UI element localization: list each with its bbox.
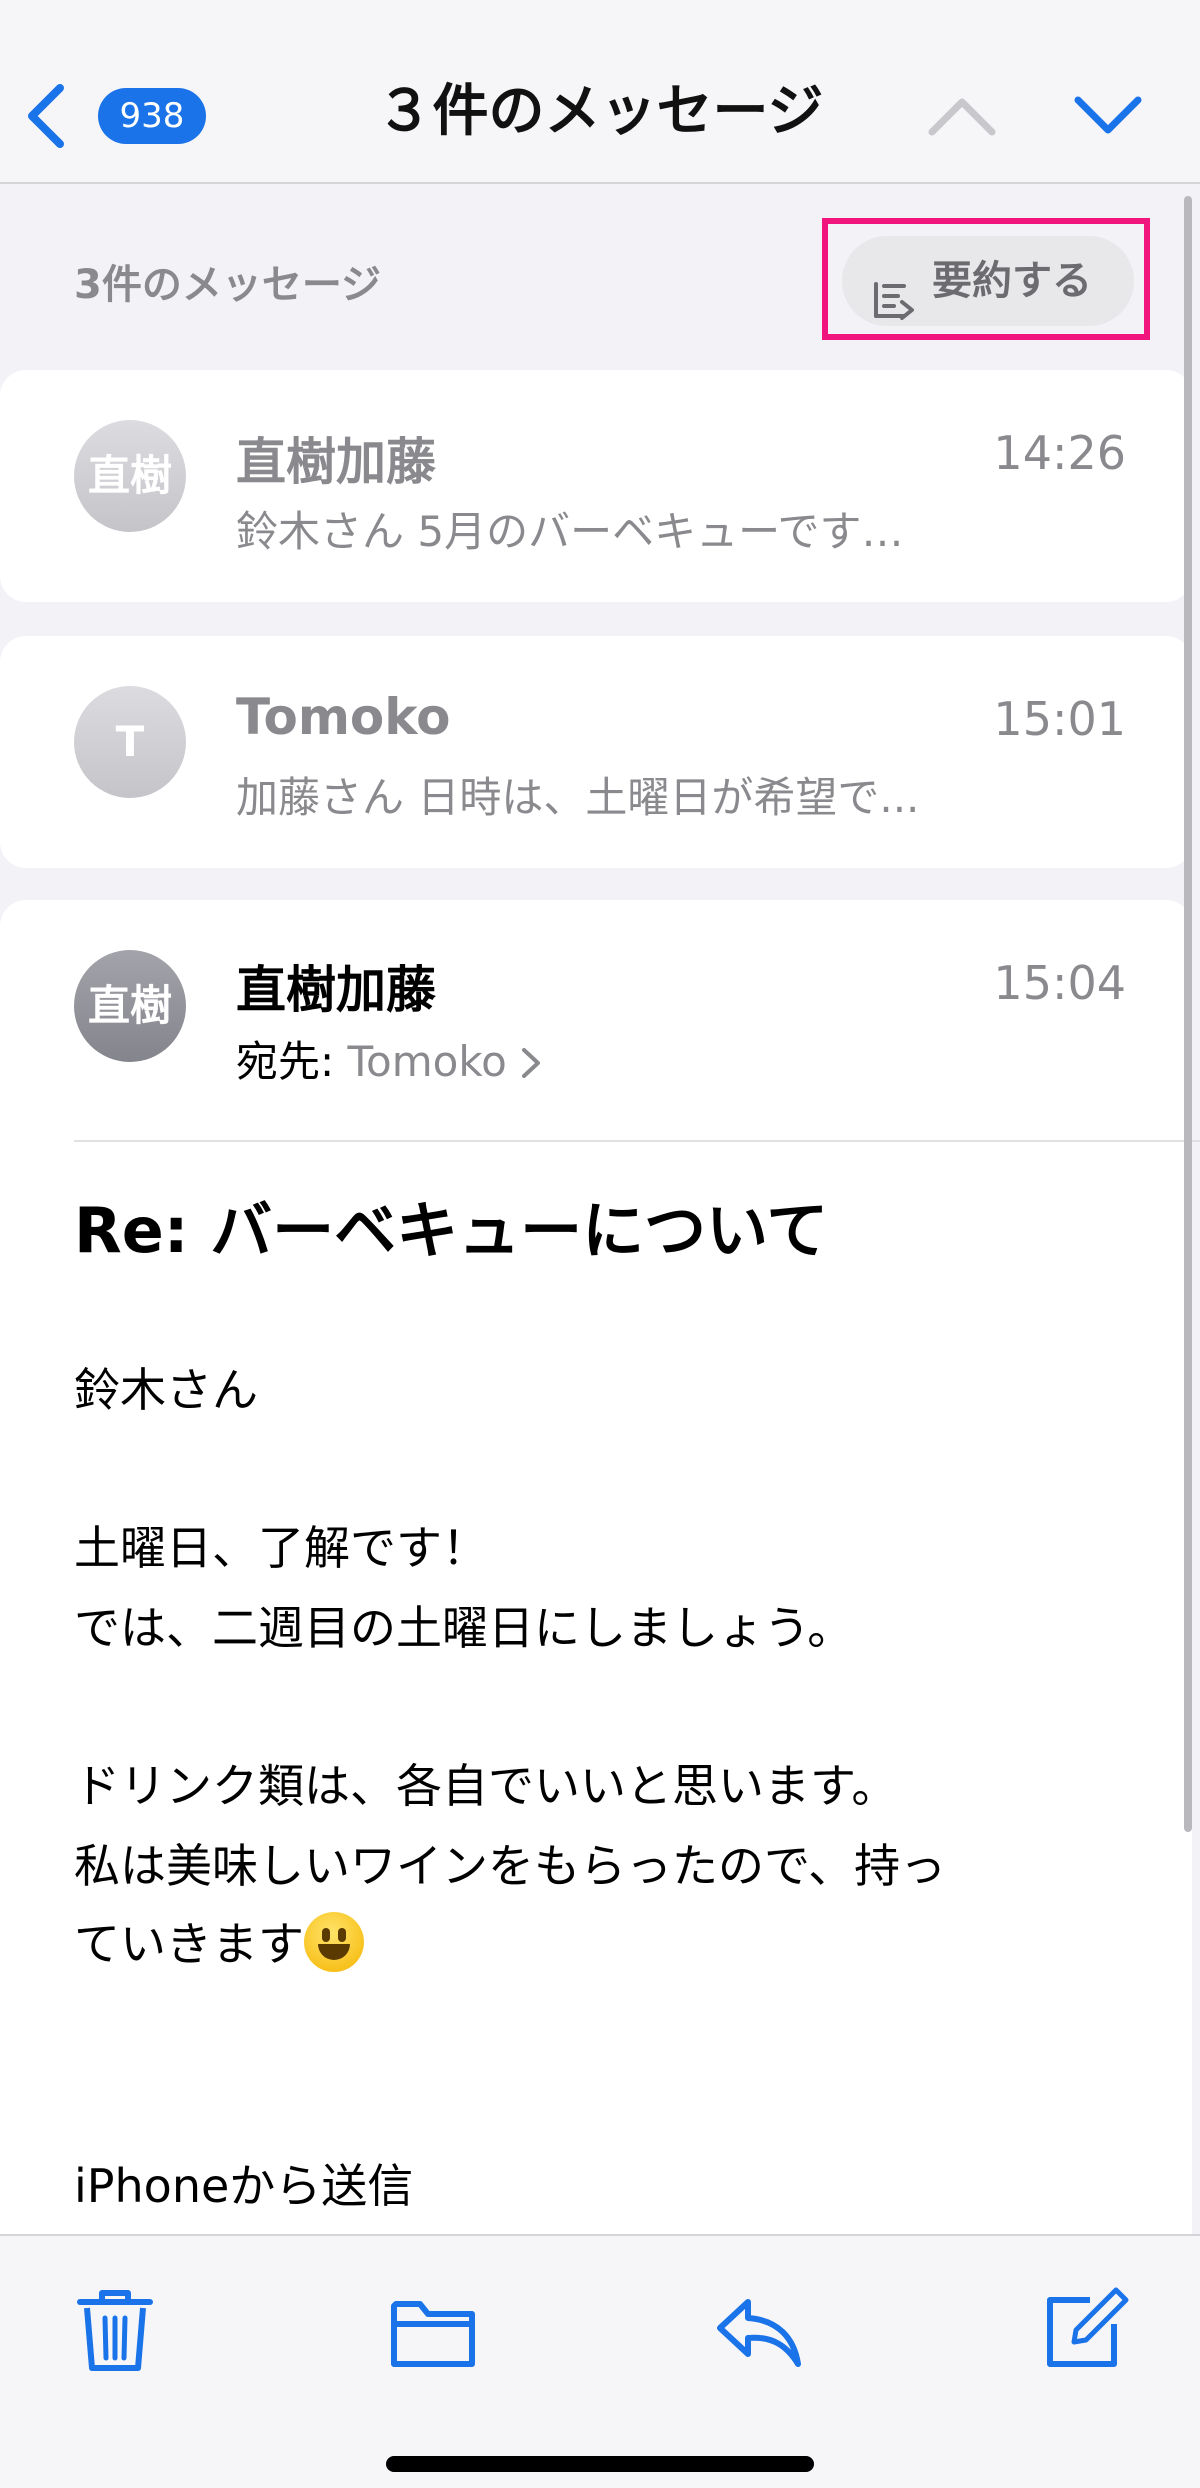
scrollbar[interactable]	[1184, 196, 1192, 1832]
reply-icon[interactable]	[714, 2284, 804, 2374]
avatar: 直樹	[74, 420, 186, 532]
summarize-icon	[872, 262, 916, 320]
navigation-bar: 938 ３件のメッセージ	[0, 0, 1200, 184]
page-title: ３件のメッセージ	[376, 79, 824, 144]
body-line: 鈴木さん	[74, 1363, 258, 1417]
message-card[interactable]: T Tomoko 15:01 加藤さん 日時は、土曜日が希望で...	[0, 636, 1192, 868]
chevron-up-icon[interactable]	[924, 86, 1000, 146]
thread-count-label: 3件のメッセージ	[74, 262, 382, 308]
trash-icon[interactable]	[70, 2284, 160, 2374]
message-time: 14:26	[993, 426, 1126, 480]
folder-icon[interactable]	[388, 2284, 478, 2374]
avatar: T	[74, 686, 186, 798]
body-line-with-emoji: ていきます	[74, 1908, 364, 1974]
chevron-down-icon[interactable]	[1070, 86, 1146, 146]
signature-line: iPhoneから送信	[74, 2159, 414, 2213]
home-indicator	[386, 2456, 814, 2472]
divider	[74, 1140, 1200, 1142]
message-time: 15:04	[993, 956, 1126, 1010]
message-preview: 加藤さん 日時は、土曜日が希望で...	[236, 773, 920, 822]
summarize-button[interactable]: 要約する	[842, 236, 1134, 326]
to-label: 宛先:	[236, 1037, 335, 1086]
message-time: 15:01	[993, 692, 1126, 746]
back-chevron-icon[interactable]	[22, 80, 70, 152]
message-sender: Tomoko	[236, 688, 451, 746]
message-preview: 鈴木さん 5月のバーベキューです…	[236, 507, 904, 556]
body-line: ドリンク類は、各自でいいと思います。	[74, 1759, 898, 1813]
summarize-label: 要約する	[932, 258, 1092, 304]
recipient-line[interactable]: 宛先: Tomoko	[236, 1028, 542, 1089]
message-card[interactable]: 直樹 直樹加藤 14:26 鈴木さん 5月のバーベキューです…	[0, 370, 1192, 602]
body-line: では、二週目の土曜日にしましょう。	[74, 1601, 854, 1655]
body-line: 私は美味しいワインをもらったので、持っ	[74, 1839, 947, 1893]
body-line: 土曜日、了解です！	[74, 1521, 488, 1575]
body-line: ていきます	[74, 1917, 304, 1971]
recipient-name[interactable]: Tomoko	[348, 1037, 507, 1086]
grinning-face-emoji	[304, 1912, 364, 1972]
message-sender[interactable]: 直樹加藤	[236, 950, 436, 1022]
bottom-toolbar	[0, 2234, 1200, 2488]
unread-count-badge[interactable]: 938	[98, 88, 206, 144]
chevron-right-icon	[520, 1037, 542, 1086]
avatar: 直樹	[74, 950, 186, 1062]
compose-icon[interactable]	[1040, 2284, 1130, 2374]
message-sender: 直樹加藤	[236, 433, 436, 491]
message-subject: Re: バーベキューについて	[74, 1194, 829, 1267]
